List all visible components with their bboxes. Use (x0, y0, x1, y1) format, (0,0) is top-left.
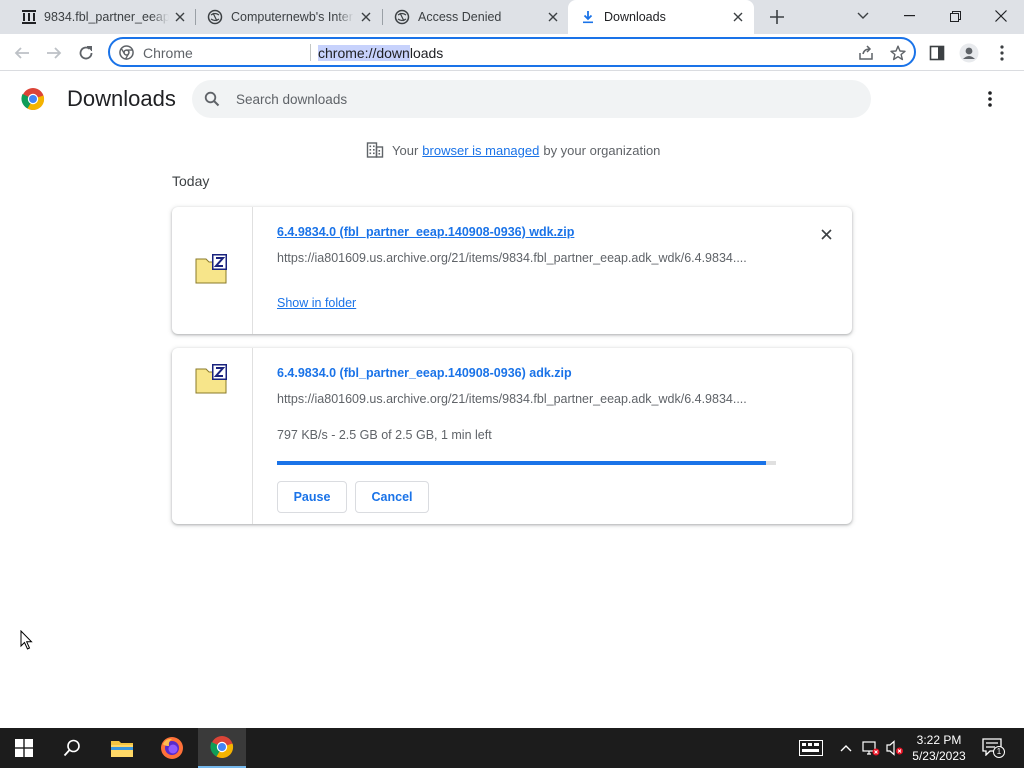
input-indicator-icon[interactable] (798, 738, 824, 758)
search-input[interactable] (236, 89, 836, 109)
url-text[interactable]: chrome://downloads (318, 45, 443, 61)
network-icon[interactable] (861, 738, 881, 758)
chrome-taskbar-icon[interactable] (198, 728, 246, 768)
close-tab-icon[interactable] (357, 8, 375, 26)
side-panel-icon[interactable] (926, 42, 948, 64)
tab-title: Downloads (604, 10, 666, 24)
tab-title: Access Denied (418, 10, 502, 24)
chrome-icon (119, 45, 134, 60)
remove-from-list-icon[interactable] (817, 225, 835, 243)
site-chip-label: Chrome (143, 45, 193, 61)
building-icon (366, 141, 384, 159)
computernewb-icon (207, 9, 223, 25)
url-selected: chrome://down (318, 45, 410, 61)
tab-access-denied[interactable]: Access Denied (383, 0, 568, 34)
show-in-folder-link[interactable]: Show in folder (277, 296, 356, 310)
download-progress-bar (277, 461, 776, 465)
browser-toolbar: Chrome chrome://downloads (0, 34, 1024, 71)
restore-button[interactable] (932, 0, 978, 32)
computernewb-icon (394, 9, 410, 25)
clock-date: 5/23/2023 (912, 749, 966, 763)
reload-button[interactable] (74, 41, 98, 65)
taskbar-search-button[interactable] (48, 728, 96, 768)
file-name-link[interactable]: 6.4.9834.0 (fbl_partner_eeap.140908-0936… (277, 225, 574, 239)
show-hidden-icons-chevron-icon[interactable] (836, 738, 856, 758)
mouse-pointer-icon (20, 629, 34, 650)
zip-file-icon (195, 253, 229, 285)
tab-title: Computernewb's Intern (231, 10, 353, 24)
progress-fill (277, 461, 767, 465)
close-tab-icon[interactable] (544, 8, 562, 26)
page-title: Downloads (67, 86, 176, 111)
managed-notice: Your browser is managed by your organiza… (366, 140, 660, 160)
tab-strip: 9834.fbl_partner_eeap.a Computernewb's I… (0, 0, 1024, 34)
back-button[interactable] (10, 41, 34, 65)
tab-computernewb[interactable]: Computernewb's Intern (196, 0, 382, 34)
search-icon (204, 91, 220, 107)
managed-suffix: by your organization (543, 142, 661, 158)
file-explorer-icon[interactable] (98, 728, 146, 768)
download-item: 6.4.9834.0 (fbl_partner_eeap.140908-0936… (172, 207, 852, 334)
file-source-url[interactable]: https://ia801609.us.archive.org/21/items… (277, 392, 777, 406)
share-icon[interactable] (857, 44, 875, 62)
file-source-url[interactable]: https://ia801609.us.archive.org/21/items… (277, 251, 777, 265)
cancel-button[interactable]: Cancel (355, 481, 429, 513)
tab-search-button[interactable] (840, 0, 886, 32)
tab-downloads[interactable]: Downloads (568, 0, 754, 34)
managed-prefix: Your (392, 142, 419, 158)
zip-file-icon (195, 363, 229, 395)
address-bar[interactable]: Chrome chrome://downloads (108, 37, 916, 67)
new-tab-button[interactable] (766, 6, 788, 28)
minimize-button[interactable] (886, 0, 932, 32)
bookmark-star-icon[interactable] (889, 44, 907, 62)
date-header: Today (172, 173, 210, 189)
browser-menu-icon[interactable] (991, 42, 1013, 64)
volume-muted-icon[interactable] (885, 738, 905, 758)
start-button[interactable] (0, 728, 48, 768)
action-center-icon[interactable]: 1 (982, 738, 1005, 758)
search-downloads[interactable] (192, 80, 871, 118)
profile-avatar-icon[interactable] (958, 42, 980, 64)
file-name-link[interactable]: 6.4.9834.0 (fbl_partner_eeap.140908-0936… (277, 366, 572, 380)
forward-button[interactable] (42, 41, 66, 65)
close-tab-icon[interactable] (171, 8, 189, 26)
close-tab-icon[interactable] (729, 8, 747, 26)
system-clock[interactable]: 3:22 PM 5/23/2023 (906, 732, 972, 764)
firefox-icon[interactable] (148, 728, 196, 768)
notification-count-badge: 1 (993, 746, 1005, 758)
download-status: 797 KB/s - 2.5 GB of 2.5 GB, 1 min left (277, 428, 492, 442)
tab-archive[interactable]: 9834.fbl_partner_eeap.a (0, 0, 194, 34)
downloads-page: Downloads Your browser is managed by you… (0, 72, 1024, 728)
windows-taskbar: 3:22 PM 5/23/2023 1 (0, 728, 1024, 768)
url-rest: loads (409, 45, 444, 61)
browser-managed-link[interactable]: browser is managed (422, 143, 539, 158)
close-window-button[interactable] (978, 0, 1024, 32)
download-arrow-icon (580, 9, 596, 25)
pause-button[interactable]: Pause (277, 481, 347, 513)
archive-building-icon (21, 9, 37, 25)
more-actions-icon[interactable] (980, 89, 1000, 109)
download-item: 6.4.9834.0 (fbl_partner_eeap.140908-0936… (172, 348, 852, 524)
clock-time: 3:22 PM (916, 733, 962, 747)
chrome-logo-icon (21, 87, 45, 111)
